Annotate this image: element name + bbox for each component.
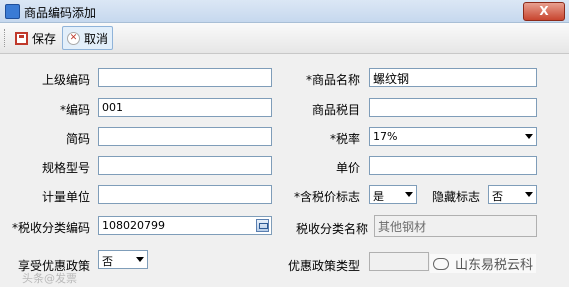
cancel-icon: ✕ <box>67 31 80 45</box>
tax-included-flag-label: *含税价标志 <box>293 190 360 204</box>
unit-price-input[interactable] <box>369 156 537 175</box>
chat-icon <box>433 257 449 270</box>
spec-model-input[interactable] <box>98 156 272 175</box>
tax-class-code-input[interactable]: 108020799 <box>98 216 272 235</box>
preferential-policy-select[interactable]: 否 <box>98 250 148 269</box>
tax-included-flag-value: 是 <box>373 190 384 203</box>
tax-class-name-label: 税收分类名称 <box>295 222 368 236</box>
preferential-policy-value: 否 <box>102 255 113 268</box>
code-input[interactable]: 001 <box>98 98 272 117</box>
watermark-left: 头条@发票 <box>22 272 77 285</box>
lookup-icon[interactable] <box>256 219 269 232</box>
title-bar: 商品编码添加 X <box>0 0 569 23</box>
watermark-right: 山东易税云科 <box>430 254 537 273</box>
tax-class-name-input: 其他钢材 <box>374 215 537 237</box>
product-tax-item-label: 商品税目 <box>311 103 360 117</box>
chevron-down-icon <box>136 257 144 262</box>
close-button[interactable]: X <box>523 2 565 21</box>
dialog-window: { "window": { "title": "商品编码添加", "close_… <box>0 0 569 287</box>
chevron-down-icon <box>525 134 533 139</box>
spec-model-label: 规格型号 <box>41 161 90 175</box>
parent-code-label: 上级编码 <box>41 73 90 87</box>
toolbar-grip <box>4 29 7 47</box>
cancel-label: 取消 <box>84 31 109 46</box>
unit-input[interactable] <box>98 185 272 204</box>
product-tax-item-input[interactable] <box>369 98 537 117</box>
tax-rate-select[interactable]: 17% <box>369 127 537 146</box>
watermark-right-text: 山东易税云科 <box>455 258 534 273</box>
short-code-input[interactable] <box>98 127 272 146</box>
save-icon <box>15 31 28 45</box>
hidden-flag-select[interactable]: 否 <box>488 185 537 204</box>
window-title: 商品编码添加 <box>24 6 97 20</box>
unit-price-label: 单价 <box>335 161 360 175</box>
tax-class-code-label: *税收分类编码 <box>11 221 90 235</box>
preferential-policy-type-label: 优惠政策类型 <box>287 259 360 273</box>
toolbar: 保存 ✕ 取消 <box>0 23 569 54</box>
tax-class-code-value: 108020799 <box>102 219 165 232</box>
chevron-down-icon <box>525 192 533 197</box>
chevron-down-icon <box>405 192 413 197</box>
unit-label: 计量单位 <box>41 190 90 204</box>
hidden-flag-label: 隐藏标志 <box>431 190 480 204</box>
product-name-input[interactable]: 螺纹钢 <box>369 68 537 87</box>
save-button[interactable]: 保存 <box>10 26 61 50</box>
parent-code-input[interactable] <box>98 68 272 87</box>
product-name-label: *商品名称 <box>305 73 360 87</box>
preferential-policy-type-input <box>369 252 429 271</box>
cancel-button[interactable]: ✕ 取消 <box>62 26 114 50</box>
tax-included-flag-select[interactable]: 是 <box>369 185 417 204</box>
app-icon <box>5 4 20 19</box>
tax-rate-label: *税率 <box>329 132 360 146</box>
code-label: *编码 <box>59 103 90 117</box>
save-label: 保存 <box>32 31 57 46</box>
hidden-flag-value: 否 <box>492 190 503 203</box>
short-code-label: 简码 <box>65 132 90 146</box>
tax-rate-value: 17% <box>373 130 398 143</box>
